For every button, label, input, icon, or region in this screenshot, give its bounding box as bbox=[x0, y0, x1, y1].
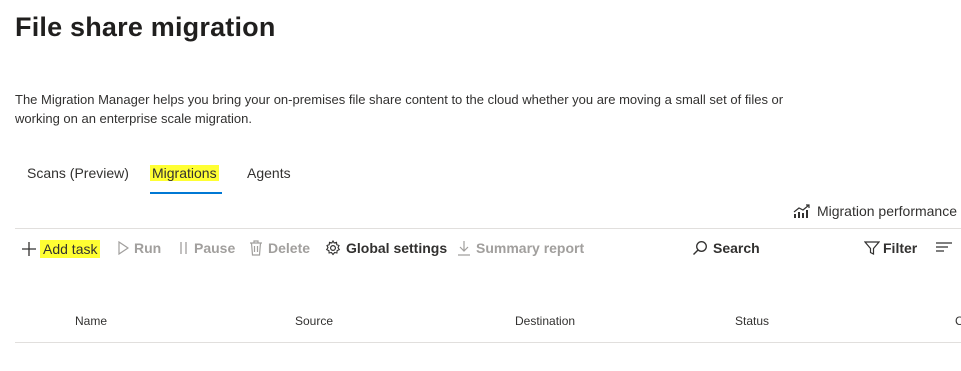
plus-icon bbox=[21, 241, 37, 257]
tab-migrations-label: Migrations bbox=[150, 165, 219, 181]
delete-button[interactable]: Delete bbox=[249, 240, 310, 256]
play-icon bbox=[117, 241, 129, 255]
tab-migrations[interactable]: Migrations bbox=[150, 165, 219, 181]
add-task-label: Add task bbox=[40, 240, 101, 258]
toolbar-divider bbox=[15, 228, 961, 229]
trash-icon bbox=[249, 240, 263, 256]
migration-performance-link[interactable]: Migration performance bbox=[793, 203, 957, 219]
pause-button[interactable]: Pause bbox=[179, 240, 235, 256]
run-button[interactable]: Run bbox=[117, 240, 161, 256]
list-column-headers: Name Source Destination Status C bbox=[15, 312, 961, 332]
view-options-button[interactable] bbox=[935, 240, 953, 254]
chart-icon bbox=[793, 203, 811, 219]
download-icon bbox=[457, 240, 471, 256]
tab-agents[interactable]: Agents bbox=[247, 165, 291, 181]
column-header-name[interactable]: Name bbox=[75, 314, 107, 328]
command-bar: Add task Run Pause Delete Global setting… bbox=[15, 236, 961, 266]
filter-button[interactable]: Filter bbox=[864, 240, 917, 256]
column-header-status[interactable]: Status bbox=[735, 314, 769, 328]
global-settings-button[interactable]: Global settings bbox=[325, 240, 447, 256]
filter-label: Filter bbox=[883, 240, 918, 256]
pause-label: Pause bbox=[194, 240, 236, 256]
search-label: Search bbox=[713, 240, 760, 256]
search-icon bbox=[692, 240, 708, 256]
migration-performance-label: Migration performance bbox=[816, 203, 957, 219]
header-divider bbox=[15, 342, 961, 343]
summary-report-button[interactable]: Summary report bbox=[457, 240, 584, 256]
global-settings-label: Global settings bbox=[346, 240, 448, 256]
page-description: The Migration Manager helps you bring yo… bbox=[15, 92, 784, 126]
selected-tab-indicator bbox=[150, 192, 222, 194]
gear-icon bbox=[325, 240, 341, 256]
delete-label: Delete bbox=[268, 240, 311, 256]
column-header-destination[interactable]: Destination bbox=[515, 314, 575, 328]
tab-scans[interactable]: Scans (Preview) bbox=[27, 165, 129, 181]
run-label: Run bbox=[134, 240, 162, 256]
page-title: File share migration bbox=[15, 12, 276, 42]
pause-icon bbox=[179, 241, 189, 255]
search-button[interactable]: Search bbox=[692, 240, 760, 256]
add-task-button[interactable]: Add task bbox=[21, 240, 101, 258]
menu-lines-icon bbox=[935, 240, 953, 254]
column-header-source[interactable]: Source bbox=[295, 314, 333, 328]
column-header-truncated[interactable]: C bbox=[955, 314, 961, 328]
filter-icon bbox=[864, 240, 880, 256]
summary-report-label: Summary report bbox=[476, 240, 585, 256]
